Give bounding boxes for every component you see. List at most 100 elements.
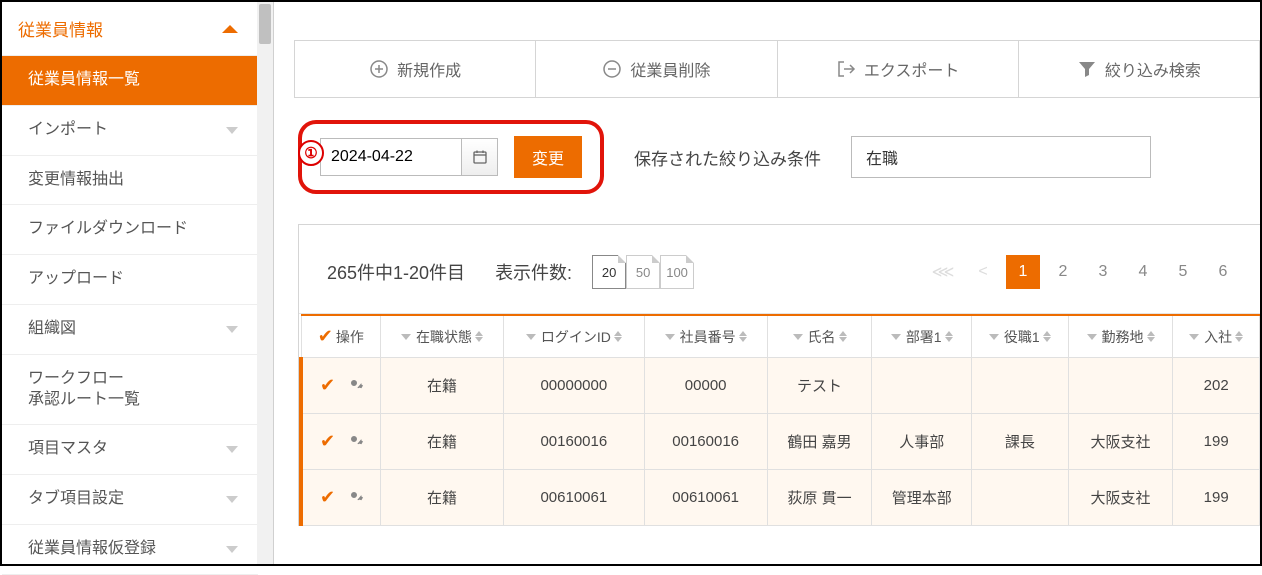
table-row: ✔在籍0000000000000テスト202 [301,358,1260,414]
delete-button[interactable]: 従業員削除 [536,41,777,98]
sort-icon[interactable] [945,331,953,342]
sidebar-item-4[interactable]: アップロード [2,255,258,305]
filter-icon[interactable] [526,334,536,340]
col-header-2[interactable]: ログインID [503,315,644,358]
date-input[interactable] [321,139,461,175]
pager-row: 265件中1-20件目 表示件数: 2050100 ⋘ < 123456 [299,225,1260,314]
sort-icon[interactable] [1147,331,1155,342]
sidebar-item-2[interactable]: 変更情報抽出 [2,156,258,206]
row-checkbox[interactable]: ✔ [320,431,335,452]
export-icon [836,59,856,79]
filter-icon[interactable] [989,334,999,340]
row-checkbox[interactable]: ✔ [320,487,335,508]
col-header-6[interactable]: 役職1 [971,315,1068,358]
filter-icon[interactable] [793,334,803,340]
filter-icon[interactable] [1189,334,1199,340]
col-header-5[interactable]: 部署1 [872,315,972,358]
col-header-3[interactable]: 社員番号 [644,315,767,358]
cell-pos [971,470,1068,526]
page-first[interactable]: ⋘ [926,255,960,289]
sidebar-item-5[interactable]: 組織図 [2,305,258,355]
col-label: 社員番号 [680,327,736,347]
new-button-label: 新規作成 [397,57,461,81]
chevron-up-icon [222,25,238,33]
page-1[interactable]: 1 [1006,255,1040,289]
sort-icon[interactable] [839,331,847,342]
saved-filter-select[interactable]: 在職 [851,136,1151,178]
sidebar-container: 従業員情報 従業員情報一覧インポート変更情報抽出ファイルダウンロードアップロード… [2,2,274,564]
sort-icon[interactable] [1235,331,1243,342]
col-header-1[interactable]: 在職状態 [381,315,504,358]
row-actions-cell: ✔ [301,414,381,470]
row-checkbox[interactable]: ✔ [320,375,335,396]
filter-search-button[interactable]: 絞り込み検索 [1019,41,1260,98]
sidebar-item-8[interactable]: タブ項目設定 [2,475,258,525]
gear-icon[interactable] [345,374,363,397]
annotation-badge-1: ① [298,140,324,166]
sidebar-section-header[interactable]: 従業員情報 [2,2,258,56]
col-header-8[interactable]: 入社 [1173,315,1260,358]
calendar-button[interactable] [461,139,497,175]
chevron-down-icon [226,127,238,134]
gear-icon[interactable] [345,430,363,453]
filter-icon[interactable] [401,334,411,340]
page-5[interactable]: 5 [1166,255,1200,289]
cell-hire: 199 [1173,414,1260,470]
sort-icon[interactable] [739,331,747,342]
col-header-7[interactable]: 勤務地 [1068,315,1173,358]
page-2[interactable]: 2 [1046,255,1080,289]
page-4[interactable]: 4 [1126,255,1160,289]
cell-dept: 人事部 [872,414,972,470]
cell-empno: 00160016 [644,414,767,470]
sidebar-item-3[interactable]: ファイルダウンロード [2,205,258,255]
saved-filter-value: 在職 [866,151,898,168]
sidebar-item-label: 従業員情報一覧 [28,70,140,91]
page-prev[interactable]: < [966,255,1000,289]
new-button[interactable]: 新規作成 [295,41,536,98]
sidebar-item-7[interactable]: 項目マスタ [2,425,258,475]
employee-table: ✔操作在職状態ログインID社員番号氏名部署1役職1勤務地入社 ✔在籍000000… [299,314,1260,526]
page-3[interactable]: 3 [1086,255,1120,289]
cell-hire: 199 [1173,470,1260,526]
col-header-0[interactable]: ✔操作 [301,315,381,358]
gear-icon[interactable] [345,486,363,509]
row-actions-cell: ✔ [301,470,381,526]
filter-icon[interactable] [891,334,901,340]
minus-circle-icon [602,59,622,79]
sidebar-item-label: タブ項目設定 [28,489,124,510]
filter-icon[interactable] [1087,334,1097,340]
sidebar-item-0[interactable]: 従業員情報一覧 [2,56,258,106]
sidebar-header-label: 従業員情報 [18,16,103,41]
sidebar-scrollbar[interactable] [257,2,273,564]
col-label: 入社 [1204,327,1232,347]
saved-filter-label: 保存された絞り込み条件 [634,145,821,170]
col-header-4[interactable]: 氏名 [767,315,872,358]
sidebar-item-1[interactable]: インポート [2,106,258,156]
date-highlight-box: 変更 [298,120,604,194]
cell-loc: 大阪支社 [1068,470,1173,526]
col-label: 操作 [336,327,364,347]
page-size-20[interactable]: 20 [592,255,626,289]
select-all-checkbox[interactable]: ✔ [318,326,333,347]
funnel-icon [1077,59,1097,79]
sort-icon[interactable] [1043,331,1051,342]
sidebar-item-6[interactable]: ワークフロー 承認ルート一覧 [2,355,258,426]
page-size-100[interactable]: 100 [660,255,694,289]
cell-login: 00610061 [503,470,644,526]
sidebar-item-label: インポート [28,120,108,141]
plus-circle-icon [369,59,389,79]
sort-icon[interactable] [475,331,483,342]
toolbar: 新規作成 従業員削除 エクスポート 絞り込み検索 [294,40,1260,98]
page-6[interactable]: 6 [1206,255,1240,289]
filter-icon[interactable] [665,334,675,340]
col-label: 勤務地 [1102,327,1144,347]
sort-icon[interactable] [614,331,622,342]
pager-range: 265件中1-20件目 [327,259,465,285]
change-button[interactable]: 変更 [514,136,582,178]
export-button[interactable]: エクスポート [778,41,1019,98]
sidebar-item-9[interactable]: 従業員情報仮登録 [2,525,258,575]
pager-nav: ⋘ < 123456 [926,255,1240,289]
scrollbar-thumb[interactable] [259,4,271,44]
page-size-50[interactable]: 50 [626,255,660,289]
sidebar-item-label: 項目マスタ [28,439,108,460]
